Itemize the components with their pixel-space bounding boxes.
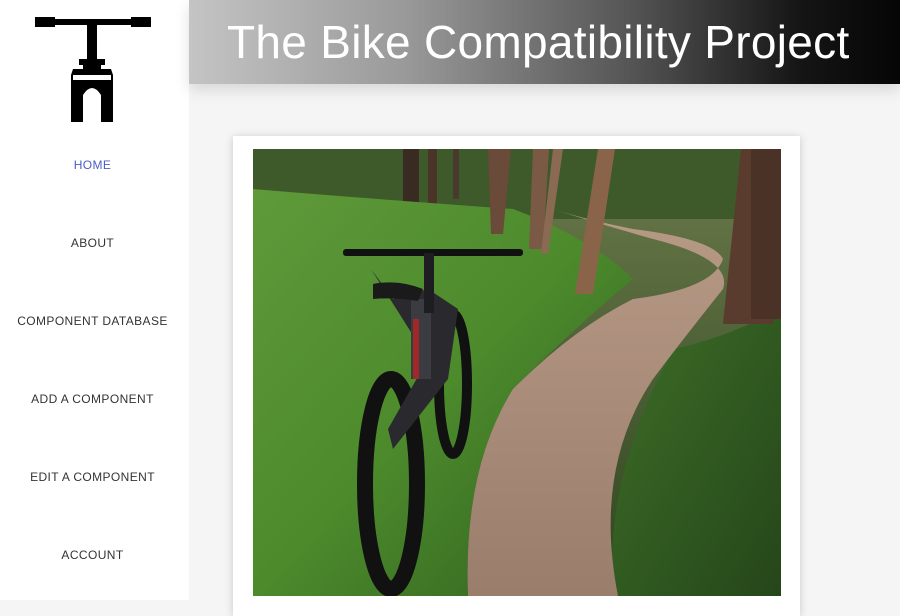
nav-item-home[interactable]: HOME — [0, 157, 185, 173]
nav-item-component-database[interactable]: COMPONENT DATABASE — [0, 313, 185, 329]
logo-icon[interactable] — [35, 15, 151, 125]
page-title: The Bike Compatibility Project — [227, 16, 850, 68]
hero-photo-mountain-bike-on-trail — [253, 149, 781, 596]
nav-item-account[interactable]: ACCOUNT — [0, 547, 185, 563]
nav-item-add-a-component[interactable]: ADD A COMPONENT — [0, 391, 185, 407]
header-banner: The Bike Compatibility Project — [189, 0, 900, 84]
sidebar: HOME ABOUT COMPONENT DATABASE ADD A COMP… — [0, 0, 189, 600]
hero-image-card — [233, 136, 800, 616]
nav-item-about[interactable]: ABOUT — [0, 235, 185, 251]
nav-item-edit-a-component[interactable]: EDIT A COMPONENT — [0, 469, 185, 485]
